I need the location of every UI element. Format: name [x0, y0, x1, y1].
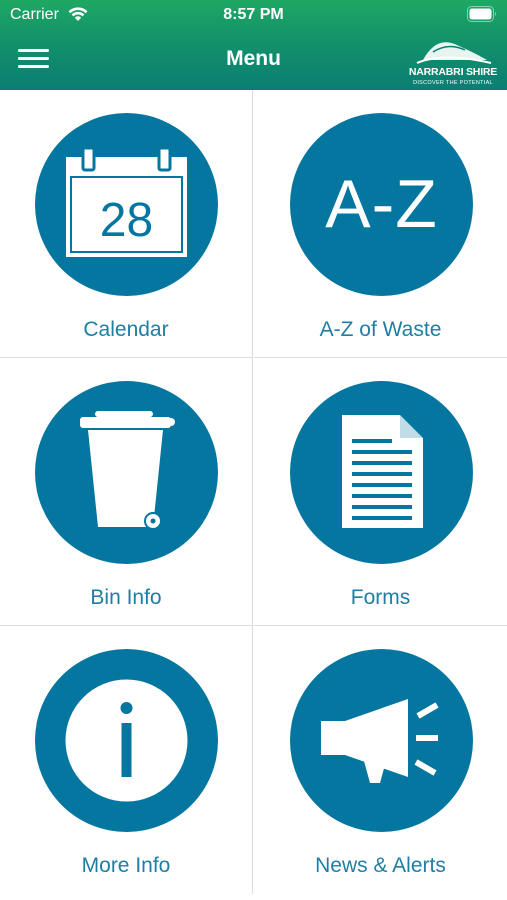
battery-icon: [467, 6, 497, 22]
news-alerts-label: News & Alerts: [315, 854, 446, 877]
a-z-icon-text: A-Z: [325, 166, 438, 242]
document-icon: [290, 381, 473, 564]
logo-tagline: DISCOVER THE POTENTIAL: [413, 80, 493, 86]
forms-tile[interactable]: Forms: [254, 358, 507, 626]
forms-label: Forms: [350, 586, 411, 609]
narrabri-shire-logo: NARRABRI SHIRE DISCOVER THE POTENTIAL: [403, 30, 503, 88]
status-bar: Carrier 8:57 PM: [0, 0, 507, 32]
news-alerts-tile[interactable]: News & Alerts: [254, 626, 507, 894]
bin-info-tile[interactable]: Bin Info: [0, 358, 253, 626]
megaphone-icon: [290, 649, 473, 832]
calendar-day: 28: [99, 194, 154, 247]
logo-name: NARRABRI SHIRE: [408, 66, 498, 78]
calendar-icon: 28: [35, 113, 218, 296]
a-z-icon: A-Z: [290, 113, 473, 296]
clock: 8:57 PM: [223, 6, 284, 23]
wheelie-bin-icon: [35, 381, 218, 564]
more-info-label: More Info: [81, 854, 171, 877]
bin-info-label: Bin Info: [90, 586, 162, 609]
calendar-label: Calendar: [83, 318, 169, 341]
menu-grid: 28 Calendar A-Z A-Z of Waste Bin Info Fo…: [0, 90, 507, 900]
calendar-tile[interactable]: 28 Calendar: [0, 90, 253, 358]
a-z-waste-label: A-Z of Waste: [319, 318, 442, 341]
hills-logo-icon: [416, 42, 492, 64]
more-info-tile[interactable]: More Info: [0, 626, 253, 894]
header: Carrier 8:57 PM Menu NARRABRI SHIRE DISC…: [0, 0, 507, 90]
a-z-waste-tile[interactable]: A-Z A-Z of Waste: [254, 90, 507, 358]
info-icon: [35, 649, 218, 832]
